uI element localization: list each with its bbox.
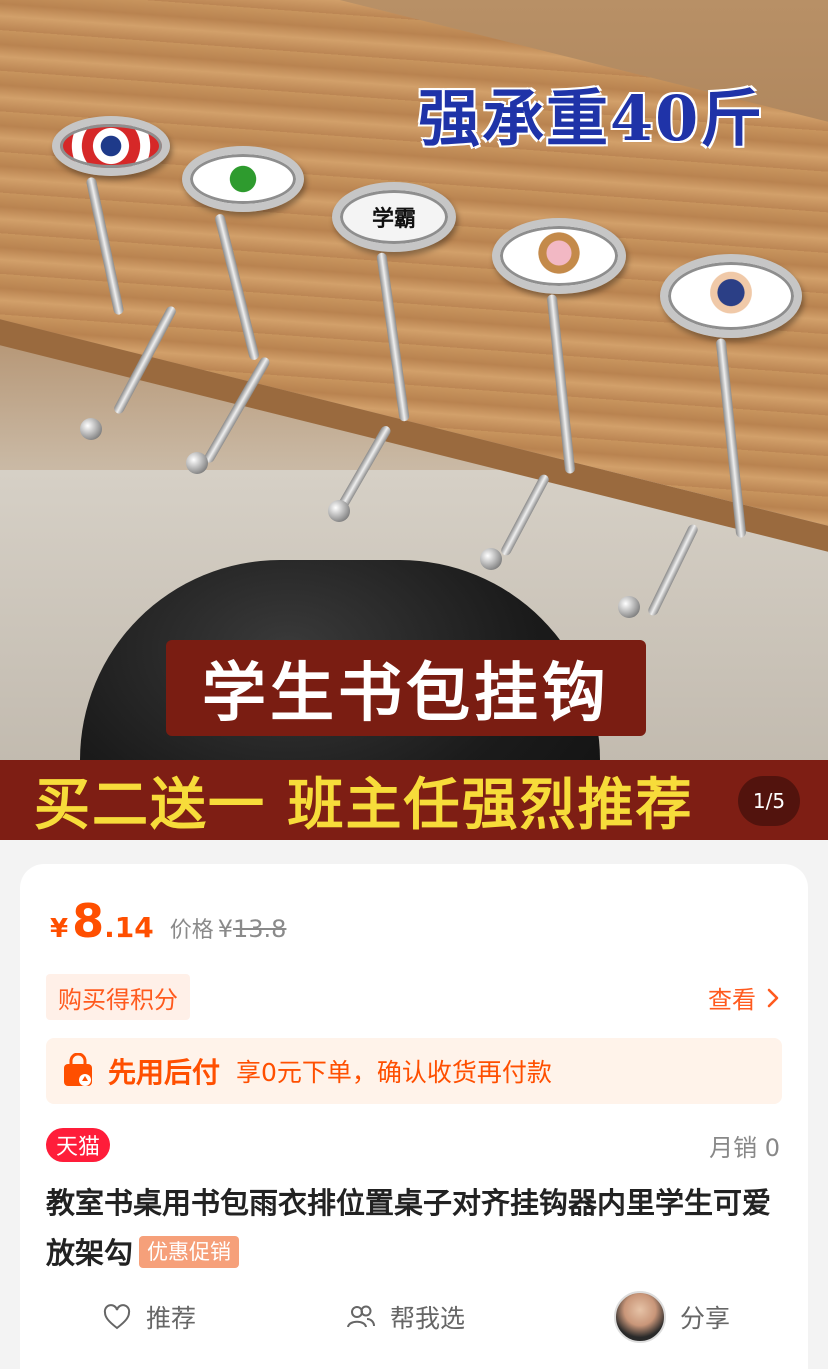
chevron-right-icon: [767, 988, 779, 1007]
monthly-sales: 月销 0: [709, 1134, 780, 1162]
image-page-indicator: 1/5: [738, 776, 800, 826]
price-row: ¥ 8 .14 价格 ¥13.8: [50, 894, 286, 948]
points-badge: 购买得积分: [46, 974, 190, 1020]
heart-icon: [103, 1304, 131, 1330]
price-currency: ¥: [50, 914, 69, 944]
price-decimal: .14: [104, 911, 154, 944]
hook-ball: [618, 596, 640, 618]
hook-ball: [480, 548, 502, 570]
hook-clover: [182, 146, 304, 212]
view-points-link[interactable]: 查看: [708, 980, 780, 1015]
hook-police: [660, 254, 802, 338]
action-bar: 推荐 帮我选 分享: [20, 1289, 808, 1345]
promo-banner: 买二送一 班主任强烈推荐: [0, 760, 828, 840]
original-price-label: 价格: [169, 918, 214, 943]
pay-later-banner[interactable]: 先用后付 享0元下单，确认收货再付款: [46, 1038, 782, 1104]
avatar: [614, 1291, 666, 1343]
hook-ball: [186, 452, 208, 474]
load-capacity-text: 强承重40斤: [418, 82, 765, 155]
original-price-value: 13.8: [233, 915, 287, 943]
product-title: 教室书桌用书包雨衣排位置桌子对齐挂钩器内里学生可爱放架勾 优惠促销: [46, 1178, 786, 1278]
help-choose-label: 帮我选: [390, 1304, 466, 1333]
original-price-currency: ¥: [217, 915, 234, 943]
help-choose-button[interactable]: 帮我选: [346, 1289, 465, 1345]
product-info-card: ¥ 8 .14 价格 ¥13.8 购买得积分 查看 先用后付 享0元下单，确认收…: [20, 864, 808, 1369]
hook-girl: [492, 218, 626, 294]
hook-ball: [328, 500, 350, 522]
price-integer: 8: [72, 894, 105, 948]
people-icon: [347, 1305, 375, 1328]
hook-badge-text: 学霸: [371, 207, 416, 232]
promo-tag: 优惠促销: [139, 1236, 240, 1268]
share-button[interactable]: 分享: [614, 1289, 730, 1345]
recommend-button[interactable]: 推荐: [102, 1289, 196, 1345]
tmall-badge: 天猫: [46, 1128, 111, 1162]
share-label: 分享: [680, 1304, 731, 1333]
product-title-banner: 学生书包挂钩: [166, 640, 646, 736]
hook-xueba: 学霸: [332, 182, 456, 252]
product-image-carousel[interactable]: 学霸 强承重40斤 学生书包挂钩 买二送一 班主任强烈推荐 1/5: [0, 0, 828, 840]
original-price: ¥13.8: [218, 915, 287, 943]
pay-later-desc: 享0元下单，确认收货再付款: [236, 1058, 552, 1087]
hook-captain-shield: [52, 116, 170, 176]
pay-later-title: 先用后付: [108, 1056, 221, 1089]
recommend-label: 推荐: [146, 1304, 197, 1333]
shopping-bag-icon: [64, 1053, 92, 1086]
view-points-label: 查看: [708, 986, 756, 1014]
hook-ball: [80, 418, 102, 440]
